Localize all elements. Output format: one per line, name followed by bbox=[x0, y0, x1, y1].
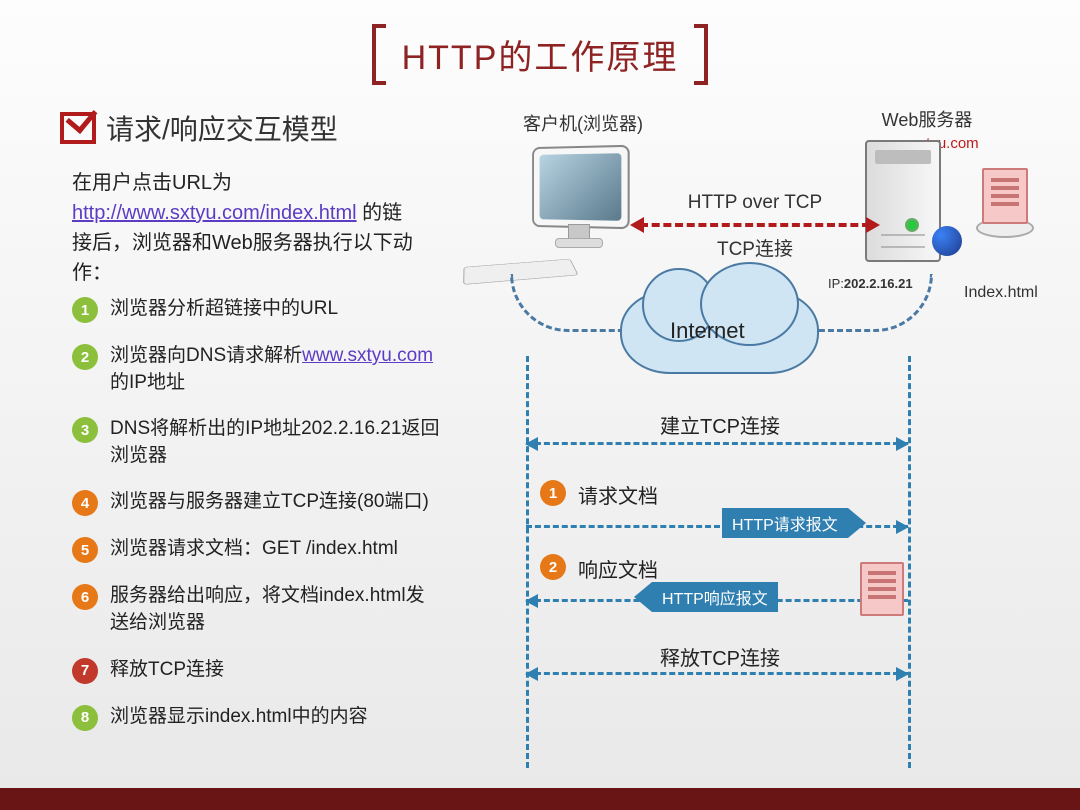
step-text: 浏览器显示index.html中的内容 bbox=[110, 704, 368, 731]
step-text: DNS将解析出的IP地址202.2.16.21返回浏览器 bbox=[110, 416, 442, 469]
response-document-icon bbox=[860, 562, 904, 616]
tcp-connection-arrow bbox=[640, 223, 870, 227]
subtitle-text: 请求/响应交互模型 bbox=[106, 108, 338, 148]
step-text: 浏览器请求文档：GET /index.html bbox=[110, 536, 398, 563]
step-badge: 5 bbox=[72, 537, 98, 563]
document-icon bbox=[982, 168, 1028, 224]
step-text: 浏览器分析超链接中的URL bbox=[110, 296, 338, 323]
step-6: 6 服务器给出响应，将文档index.html发送给浏览器 bbox=[72, 583, 442, 636]
intro-paragraph: 在用户点击URL为 http://www.sxtyu.com/index.htm… bbox=[72, 168, 422, 288]
seq-badge-1: 1 bbox=[540, 480, 566, 506]
document-label: Index.html bbox=[964, 284, 1038, 302]
client-label: 客户机(浏览器) bbox=[508, 110, 658, 136]
http-request-tag: HTTP请求报文 bbox=[722, 508, 848, 538]
step-badge: 1 bbox=[72, 297, 98, 323]
step-badge: 7 bbox=[72, 658, 98, 684]
step-3: 3 DNS将解析出的IP地址202.2.16.21返回浏览器 bbox=[72, 416, 442, 469]
step-2: 2 浏览器向DNS请求解析www.sxtyu.com的IP地址 bbox=[72, 343, 442, 396]
step-8: 8 浏览器显示index.html中的内容 bbox=[72, 704, 442, 731]
cloud-curve-right bbox=[800, 274, 933, 332]
network-diagram: 客户机(浏览器) Web服务器 www.sxtyu.com HTTP over … bbox=[470, 108, 1060, 778]
request-label: 请求文档 bbox=[578, 480, 658, 509]
step-text: 服务器给出响应，将文档index.html发送给浏览器 bbox=[110, 583, 442, 636]
step-text: 释放TCP连接 bbox=[110, 657, 224, 684]
response-label: 响应文档 bbox=[578, 554, 658, 583]
step-4: 4 浏览器与服务器建立TCP连接(80端口) bbox=[72, 489, 442, 516]
intro-url-link[interactable]: http://www.sxtyu.com/index.html bbox=[72, 202, 357, 224]
checkbox-icon bbox=[60, 112, 96, 144]
step-7: 7 释放TCP连接 bbox=[72, 657, 442, 684]
intro-prefix: 在用户点击URL为 bbox=[72, 172, 232, 194]
step-1: 1 浏览器分析超链接中的URL bbox=[72, 296, 442, 323]
step-text: 浏览器与服务器建立TCP连接(80端口) bbox=[110, 489, 429, 516]
globe-icon bbox=[932, 226, 962, 256]
establish-tcp-arrow bbox=[526, 442, 908, 445]
client-computer-icon bbox=[480, 138, 655, 293]
server-lifeline bbox=[908, 356, 911, 768]
http-response-tag: HTTP响应报文 bbox=[652, 582, 778, 612]
step-badge: 4 bbox=[72, 490, 98, 516]
server-tower-icon bbox=[860, 140, 970, 290]
step-badge: 6 bbox=[72, 584, 98, 610]
page-title: HTTP的工作原理 bbox=[402, 39, 679, 77]
steps-list: 1 浏览器分析超链接中的URL 2 浏览器向DNS请求解析www.sxtyu.com的… bbox=[72, 296, 442, 751]
step-badge: 8 bbox=[72, 705, 98, 731]
step-badge: 2 bbox=[72, 344, 98, 370]
internet-label: Internet bbox=[670, 318, 745, 344]
connection-label-1: HTTP over TCP bbox=[655, 192, 855, 214]
title-bracket: HTTP的工作原理 bbox=[378, 24, 703, 85]
step-text: 浏览器向DNS请求解析www.sxtyu.com的IP地址 bbox=[110, 343, 442, 396]
seq-badge-2: 2 bbox=[540, 554, 566, 580]
step-5: 5 浏览器请求文档：GET /index.html bbox=[72, 536, 442, 563]
page-title-wrap: HTTP的工作原理 bbox=[0, 24, 1080, 85]
release-tcp-arrow bbox=[526, 672, 908, 675]
dns-link[interactable]: www.sxtyu.com bbox=[302, 345, 433, 366]
client-lifeline bbox=[526, 356, 529, 768]
section-subtitle: 请求/响应交互模型 bbox=[60, 108, 338, 148]
establish-tcp-label: 建立TCP连接 bbox=[660, 410, 780, 439]
step-badge: 3 bbox=[72, 417, 98, 443]
connection-label-2: TCP连接 bbox=[655, 234, 855, 261]
release-tcp-label: 释放TCP连接 bbox=[660, 642, 780, 671]
